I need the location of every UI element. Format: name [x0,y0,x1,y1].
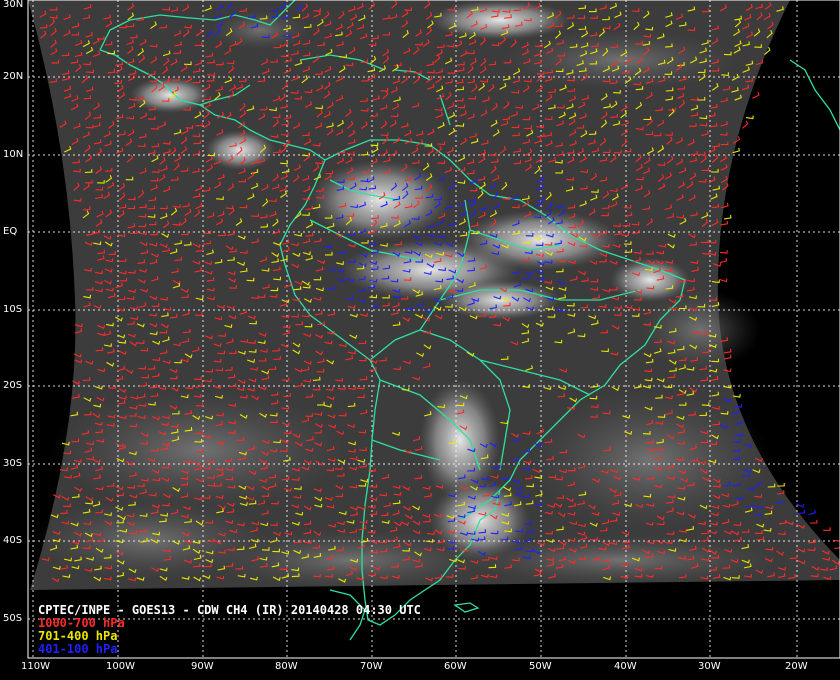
wind-barb [719,278,728,283]
lon-label: 100W [106,661,135,672]
lon-label: 90W [191,661,214,672]
lat-label: 30N [3,0,24,10]
wind-barb [719,250,728,254]
lon-label: 60W [444,661,467,672]
lon-label: 80W [275,661,298,672]
lat-label: 20S [3,380,23,391]
lat-label: 50S [3,613,23,624]
lon-label: 70W [360,661,383,672]
wind-barb [808,509,816,516]
wind-barb [809,519,818,524]
wind-barb [723,214,732,220]
lat-label: 40S [3,535,23,546]
map-canvas [0,0,840,660]
lat-label: EQ [3,226,18,237]
lat-label: 20N [3,71,24,82]
lat-label: 10S [3,304,23,315]
map-caption: CPTEC/INPE - GOES13 - CDW CH4 (IR) 20140… [38,604,421,656]
satellite-map: 30N 20N 10N EQ 10S 20S 30S 40S 50S 110W 100W 90W 80… [0,0,840,680]
wind-barb [834,547,840,550]
wind-barb [796,503,805,508]
lon-label: 50W [529,661,552,672]
lat-label: 10N [3,149,24,160]
lon-label: 30W [698,661,721,672]
wind-barb [833,538,840,542]
lat-label: 30S [3,458,23,469]
lon-label: 20W [785,661,808,672]
wind-barb [797,509,806,515]
lon-label: 110W [21,661,50,672]
wind-barb [719,257,728,264]
lon-label: 40W [614,661,637,672]
wind-barb [823,527,831,531]
legend-high-level: 401-100 hPa [38,642,118,656]
